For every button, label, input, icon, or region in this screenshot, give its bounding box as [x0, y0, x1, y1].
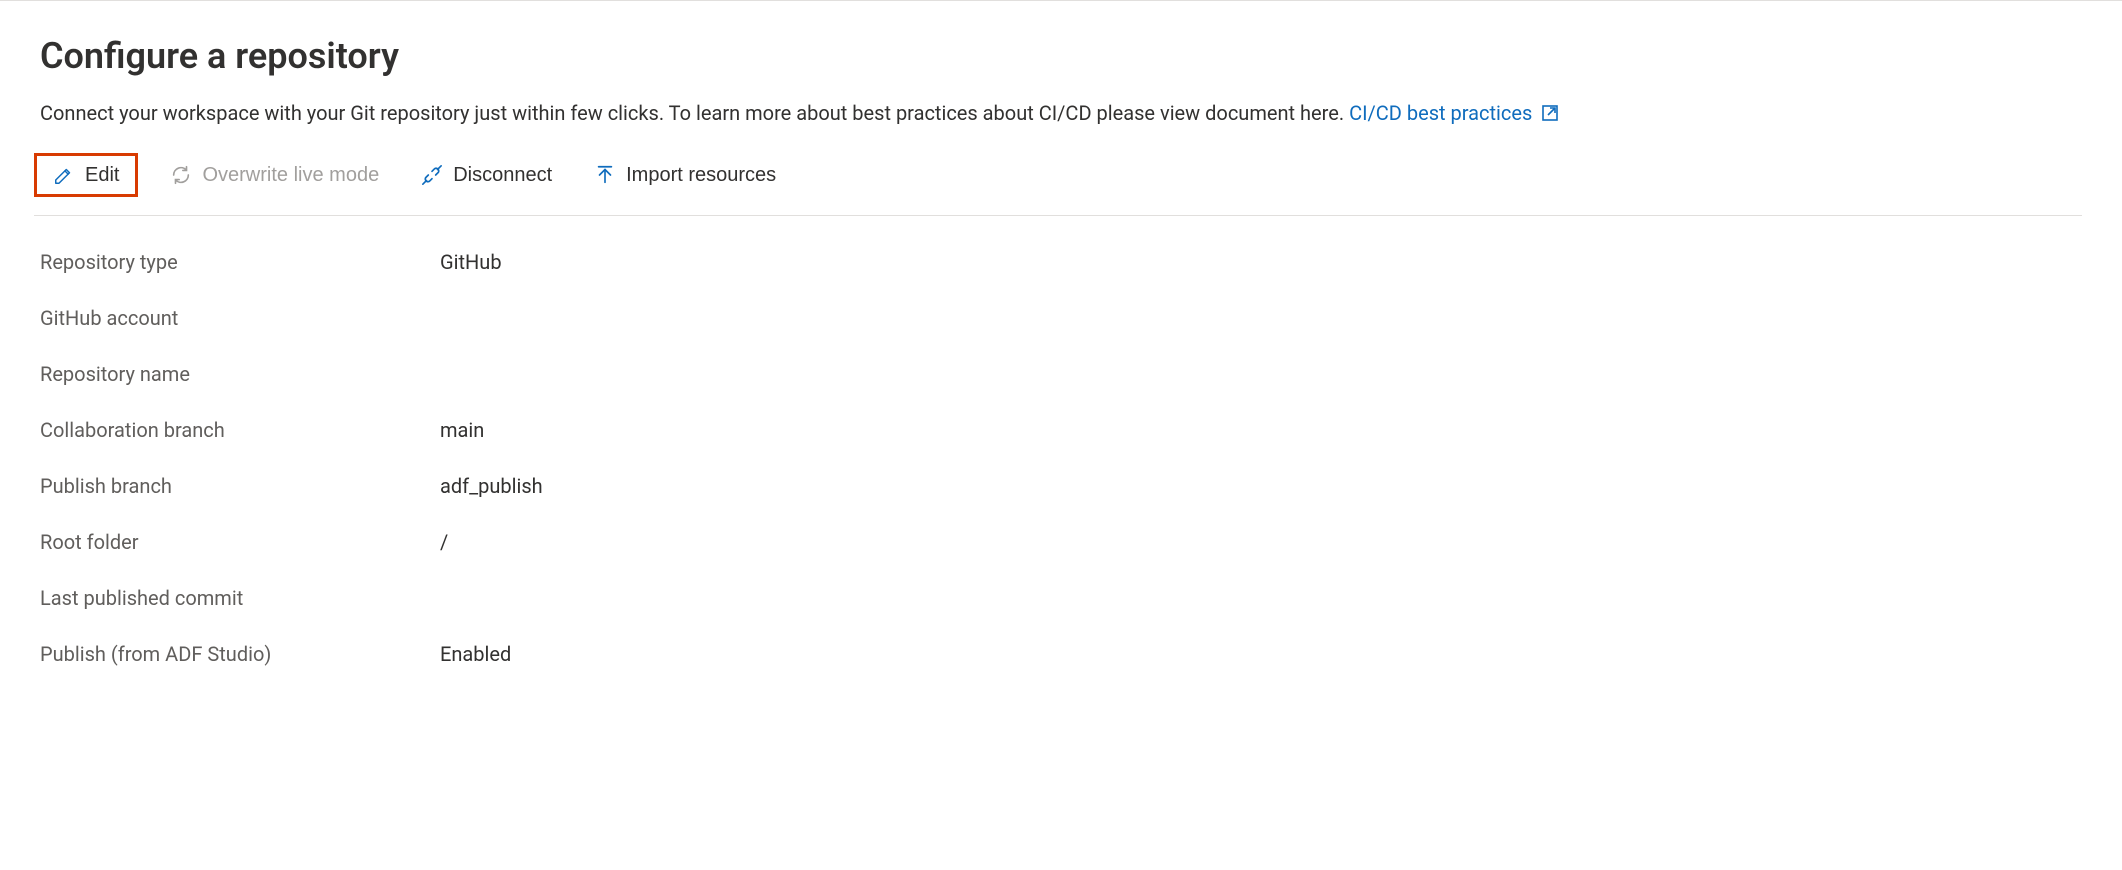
field-label-repository-name: Repository name: [40, 360, 440, 388]
overwrite-live-mode-button: Overwrite live mode: [160, 158, 389, 192]
field-row: Repository type GitHub: [40, 234, 2082, 290]
disconnect-button[interactable]: Disconnect: [411, 158, 562, 192]
import-resources-button[interactable]: Import resources: [584, 158, 786, 192]
field-label-repository-type: Repository type: [40, 248, 440, 276]
field-row: Publish branch adf_publish: [40, 458, 2082, 514]
plug-disconnect-icon: [421, 164, 443, 186]
field-label-last-published-commit: Last published commit: [40, 584, 440, 612]
field-row: Root folder /: [40, 514, 2082, 570]
field-label-root-folder: Root folder: [40, 528, 440, 556]
pencil-icon: [53, 164, 75, 186]
repository-details: Repository type GitHub GitHub account Re…: [40, 234, 2082, 682]
page: Configure a repository Connect your work…: [0, 0, 2122, 870]
page-title: Configure a repository: [40, 31, 2082, 81]
disconnect-label: Disconnect: [453, 165, 552, 185]
field-value-root-folder: /: [440, 528, 448, 556]
overwrite-label: Overwrite live mode: [202, 165, 379, 185]
import-label: Import resources: [626, 165, 776, 185]
cicd-link-label: CI/CD best practices: [1349, 99, 1532, 127]
field-row: Publish (from ADF Studio) Enabled: [40, 626, 2082, 682]
field-label-collaboration-branch: Collaboration branch: [40, 416, 440, 444]
field-value-publish-branch: adf_publish: [440, 472, 543, 500]
field-value-publish-adf-studio: Enabled: [440, 640, 511, 668]
field-row: GitHub account: [40, 290, 2082, 346]
field-value-collaboration-branch: main: [440, 416, 484, 444]
edit-button[interactable]: Edit: [43, 158, 129, 192]
subtitle-text: Connect your workspace with your Git rep…: [40, 101, 1349, 125]
field-row: Collaboration branch main: [40, 402, 2082, 458]
toolbar: Edit Overwrite live mode: [34, 153, 2082, 216]
cicd-best-practices-link[interactable]: CI/CD best practices: [1349, 99, 1560, 127]
field-label-publish-branch: Publish branch: [40, 472, 440, 500]
field-row: Repository name: [40, 346, 2082, 402]
field-label-publish-adf-studio: Publish (from ADF Studio): [40, 640, 440, 668]
refresh-icon: [170, 164, 192, 186]
edit-label: Edit: [85, 165, 119, 185]
upload-arrow-icon: [594, 164, 616, 186]
field-row: Last published commit: [40, 570, 2082, 626]
page-subtitle: Connect your workspace with your Git rep…: [40, 99, 2082, 127]
field-label-github-account: GitHub account: [40, 304, 440, 332]
edit-highlight: Edit: [34, 153, 138, 197]
field-value-repository-type: GitHub: [440, 248, 502, 276]
external-link-icon: [1540, 103, 1560, 123]
